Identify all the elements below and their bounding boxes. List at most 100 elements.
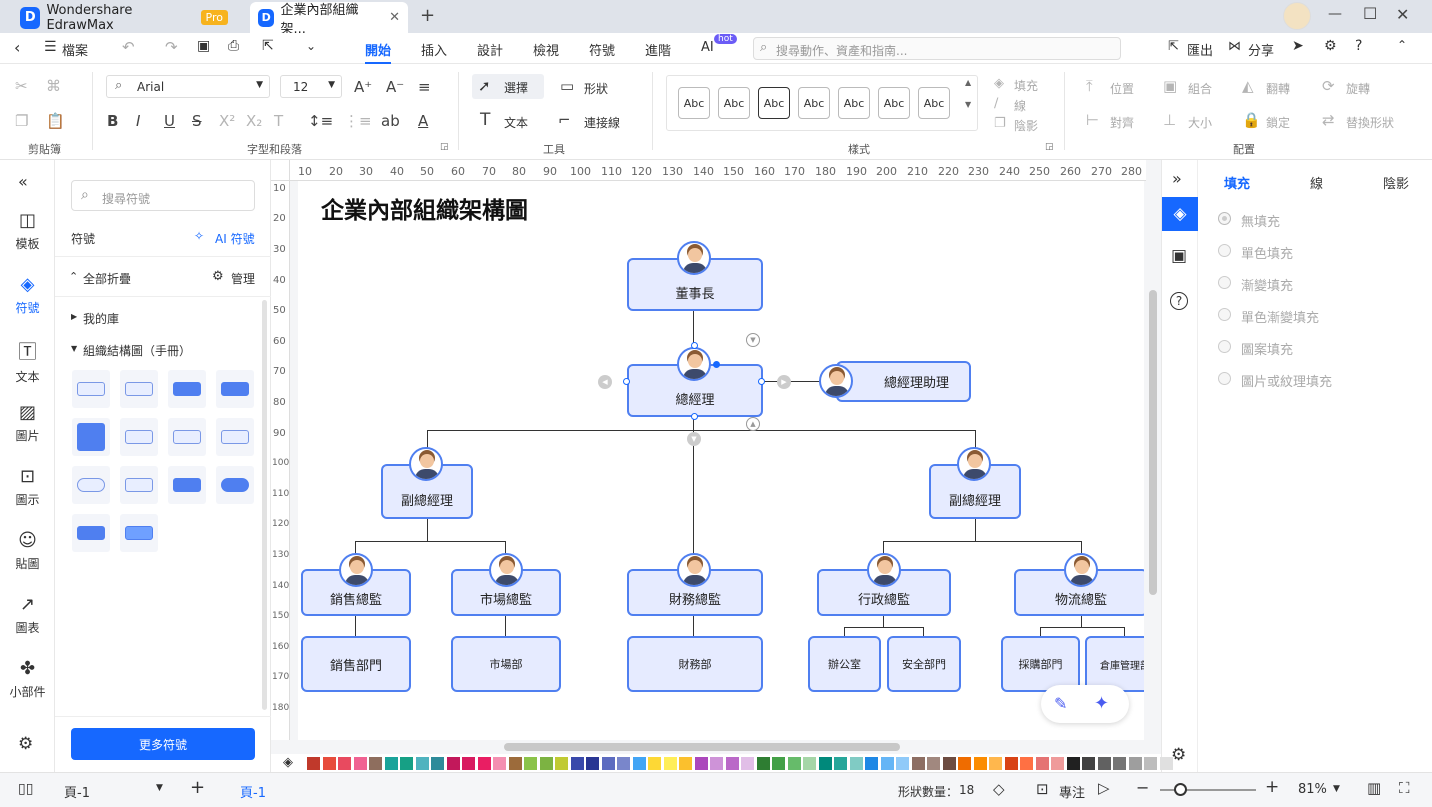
fill-tool-icon[interactable]: ◈: [1162, 197, 1198, 231]
color-swatch[interactable]: [911, 757, 925, 770]
color-swatch[interactable]: [524, 757, 537, 770]
redo-icon[interactable]: ↷: [165, 38, 178, 56]
selection-handle[interactable]: [691, 342, 698, 349]
org-node-finance-dept[interactable]: 財務部: [627, 636, 763, 692]
back-icon[interactable]: ‹: [14, 38, 20, 57]
my-library[interactable]: 我的庫: [83, 310, 119, 327]
settings-icon[interactable]: ⚙: [1171, 745, 1186, 765]
symbol-thumbnail[interactable]: [120, 466, 158, 504]
underline-icon[interactable]: U: [164, 112, 175, 130]
symbol-thumbnail[interactable]: [120, 514, 158, 552]
org-node-purchase-dept[interactable]: 採購部門: [1001, 636, 1080, 692]
sidebar-item-icons[interactable]: ⊡ 圖示: [0, 466, 55, 508]
color-swatch[interactable]: [462, 757, 475, 770]
italic-icon[interactable]: I: [136, 112, 140, 130]
text-tool-label[interactable]: 文本: [504, 114, 528, 131]
color-swatch[interactable]: [1066, 757, 1080, 770]
zoom-out-icon[interactable]: −: [1136, 778, 1149, 797]
org-node-office[interactable]: 辦公室: [808, 636, 881, 692]
color-swatch[interactable]: [1097, 757, 1111, 770]
org-node-security-dept[interactable]: 安全部門: [887, 636, 961, 692]
style-sample[interactable]: Abc: [918, 87, 950, 119]
text-highlight-icon[interactable]: ab: [381, 112, 400, 130]
fill-option-gradient[interactable]: 漸變填充: [1241, 275, 1293, 294]
symbol-thumbnail[interactable]: [72, 466, 110, 504]
tab-design[interactable]: 設計: [477, 40, 503, 59]
fill-option-radio[interactable]: [1218, 244, 1231, 257]
color-swatch[interactable]: [431, 757, 444, 770]
tab-insert[interactable]: 插入: [421, 40, 447, 59]
symbol-thumbnail[interactable]: [216, 466, 254, 504]
color-swatch[interactable]: [648, 757, 661, 770]
color-swatch[interactable]: [942, 757, 956, 770]
bold-icon[interactable]: B: [107, 112, 118, 130]
collapse-all-button[interactable]: 全部折疊: [83, 270, 131, 287]
expand-icon[interactable]: ◲: [440, 142, 449, 152]
zoom-in-icon[interactable]: +: [1265, 777, 1279, 797]
chevron-down-icon[interactable]: ▼: [1333, 784, 1340, 794]
zoom-level[interactable]: 81%: [1298, 782, 1327, 797]
color-swatch[interactable]: [849, 757, 863, 770]
color-swatch[interactable]: [663, 757, 677, 770]
color-swatch[interactable]: [1051, 757, 1064, 770]
collapse-ribbon-icon[interactable]: ⌃: [1397, 38, 1407, 52]
style-sample[interactable]: Abc: [878, 87, 910, 119]
flip-button[interactable]: 翻轉: [1266, 80, 1290, 97]
color-swatch[interactable]: [353, 757, 367, 770]
symbol-thumbnail[interactable]: [120, 370, 158, 408]
color-swatch[interactable]: [973, 757, 987, 770]
tab-view[interactable]: 檢視: [533, 40, 559, 59]
export-file-icon[interactable]: ⇱: [262, 38, 274, 54]
connector-icon[interactable]: ⌐: [558, 111, 571, 129]
bullet-list-icon[interactable]: ⋮≡: [344, 112, 372, 130]
color-swatch[interactable]: [369, 757, 382, 770]
sidebar-item-text[interactable]: 🅃 文本: [0, 338, 55, 385]
tab-symbols[interactable]: 符號: [589, 40, 615, 59]
settings-icon[interactable]: ⚙: [1324, 38, 1337, 54]
color-swatch[interactable]: [803, 757, 816, 770]
symbol-thumbnail[interactable]: [168, 466, 206, 504]
file-menu[interactable]: 檔案: [62, 40, 88, 59]
app-tab[interactable]: D Wondershare EdrawMax Pro: [12, 2, 236, 33]
symbol-thumbnail[interactable]: [72, 514, 110, 552]
sidebar-item-charts[interactable]: ↗ 圖表: [0, 594, 55, 636]
close-tab-icon[interactable]: ✕: [389, 10, 400, 25]
layers-icon[interactable]: ◇: [993, 780, 1005, 798]
selection-handle[interactable]: [758, 378, 765, 385]
ai-symbols-button[interactable]: AI 符號: [215, 230, 255, 247]
play-icon[interactable]: ▷: [1098, 779, 1110, 797]
avatar[interactable]: [1283, 2, 1311, 30]
color-swatch[interactable]: [787, 757, 801, 770]
shadow-button[interactable]: 陰影: [1014, 117, 1038, 134]
selection-handle[interactable]: [691, 413, 698, 420]
color-swatch[interactable]: [338, 757, 351, 770]
color-swatch[interactable]: [927, 757, 940, 770]
rotate-button[interactable]: 旋轉: [1346, 80, 1370, 97]
shape-label[interactable]: 形狀: [584, 80, 608, 97]
align-button[interactable]: 對齊: [1110, 114, 1134, 131]
org-chart-category[interactable]: 組織結構圖（手冊）: [83, 342, 191, 359]
focus-icon[interactable]: ⊡: [1036, 780, 1049, 798]
tab-ai[interactable]: AI: [701, 40, 714, 55]
color-swatch[interactable]: [477, 757, 491, 770]
font-color-icon[interactable]: A: [418, 112, 428, 130]
line-spacing-icon[interactable]: ↕≡: [308, 112, 333, 130]
more-symbols-button[interactable]: 更多符號: [71, 728, 255, 760]
copy-icon[interactable]: ❐: [15, 112, 28, 130]
fill-option-pattern[interactable]: 圖案填充: [1241, 339, 1293, 358]
add-child-icon[interactable]: ▼: [687, 432, 701, 446]
magic-wand-icon[interactable]: ✎: [1054, 694, 1067, 713]
color-swatch[interactable]: [539, 757, 553, 770]
add-above-icon[interactable]: ▼: [746, 333, 760, 347]
sidebar-item-stickers[interactable]: ☺ 貼圖: [0, 530, 55, 572]
add-below-icon[interactable]: ▲: [746, 417, 760, 431]
paste-icon[interactable]: 📋: [46, 112, 65, 130]
org-node-warehouse-dept[interactable]: 倉庫管理部: [1085, 636, 1144, 692]
line-button[interactable]: 線: [1014, 97, 1026, 114]
fill-bucket-icon[interactable]: ◈: [283, 755, 293, 770]
fill-option-radio[interactable]: [1218, 340, 1231, 353]
add-right-icon[interactable]: ▶: [777, 375, 791, 389]
style-sample[interactable]: Abc: [838, 87, 870, 119]
color-swatch[interactable]: [493, 757, 506, 770]
color-swatch[interactable]: [555, 757, 568, 770]
